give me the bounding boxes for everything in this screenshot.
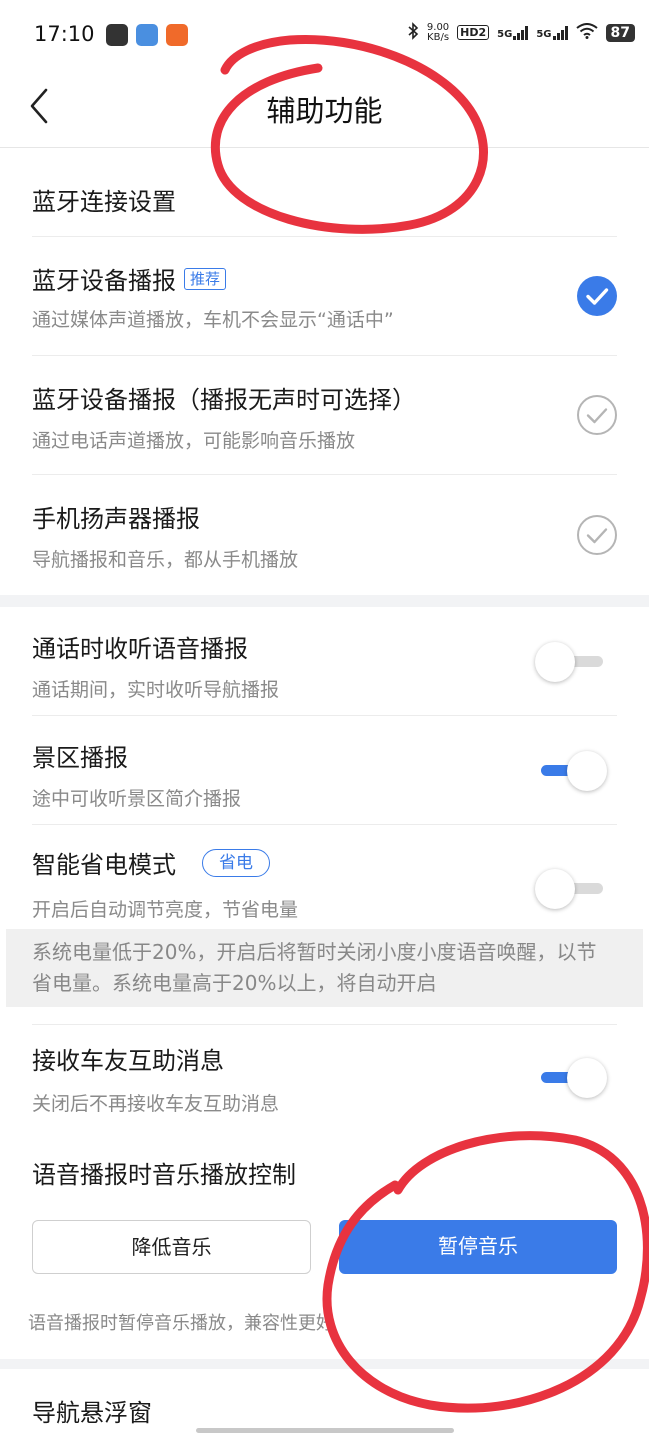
toggle-row-car-friend-messages: 接收车友互助消息 关闭后不再接收车友互助消息 (0, 1025, 649, 1133)
status-app-icons (106, 24, 188, 46)
option-subtitle: 通过媒体声道播放，车机不会显示“通话中” (32, 309, 394, 331)
toggle-subtitle: 开启后自动调节亮度，节省电量 (32, 899, 299, 921)
music-control-heading: 语音播报时音乐播放控制 (32, 1161, 296, 1189)
option-subtitle: 导航播报和音乐，都从手机播放 (32, 549, 299, 571)
toggle-row-power-saving: 智能省电模式 省电 开启后自动调节亮度，节省电量 (0, 825, 649, 929)
option-subtitle: 通过电话声道播放，可能影响音乐播放 (32, 430, 356, 452)
battery-indicator: 87 (605, 23, 635, 42)
toggle-title: 智能省电模式 省电 (32, 845, 270, 880)
page-header: 辅助功能 (0, 70, 649, 148)
scenic-broadcast-toggle[interactable] (535, 751, 607, 791)
home-indicator[interactable] (196, 1428, 454, 1433)
shopping-app-icon (166, 24, 188, 46)
map-app-icon (106, 24, 128, 46)
section-separator (0, 1359, 649, 1369)
floating-window-row[interactable]: 导航悬浮窗 (32, 1393, 152, 1428)
signal-bars-icon (552, 25, 568, 40)
option-title: 蓝牙设备播报（播报无声时可选择） (32, 386, 416, 414)
network-speed: 9.00 KB/s (427, 22, 450, 43)
sim2-label: 5G (536, 28, 552, 40)
settings-toggles-card: 通话时收听语音播报 通话期间，实时收听导航播报 景区播报 途中可收听景区简介播报… (0, 607, 649, 1435)
toggle-row-scenic-broadcast: 景区播报 途中可收听景区简介播报 (0, 716, 649, 824)
bluetooth-icon (407, 22, 419, 43)
toggle-title: 接收车友互助消息 (32, 1047, 224, 1075)
status-bar: 17:10 9.00 KB/s HD2 5G 5G 87 (0, 0, 649, 70)
hd-voice-badge: HD2 (457, 25, 490, 40)
option-bluetooth-media[interactable]: 蓝牙设备播报 推荐 通过媒体声道播放，车机不会显示“通话中” (0, 237, 649, 355)
music-control-footnote: 语音播报时暂停音乐播放，兼容性更好 (28, 1313, 334, 1334)
toggle-title: 景区播报 (32, 744, 128, 772)
recommended-tag: 推荐 (184, 267, 227, 290)
lower-music-button[interactable]: 降低音乐 (32, 1220, 311, 1274)
bluetooth-settings-card: 蓝牙连接设置 蓝牙设备播报 推荐 通过媒体声道播放，车机不会显示“通话中” 蓝牙… (0, 148, 649, 595)
toggle-title-text: 智能省电模式 (32, 851, 176, 879)
car-friend-messages-toggle[interactable] (535, 1058, 607, 1098)
pause-music-button[interactable]: 暂停音乐 (339, 1220, 617, 1274)
page-title: 辅助功能 (266, 94, 383, 128)
signal-bars-icon (513, 25, 529, 40)
wifi-icon (575, 23, 598, 42)
checkmark-unselected-icon[interactable] (577, 395, 617, 435)
sim1-label: 5G (497, 28, 513, 40)
sim1-signal: 5G (497, 25, 529, 40)
status-indicators: 9.00 KB/s HD2 5G 5G 87 (407, 22, 635, 43)
toggle-title: 通话时收听语音播报 (32, 635, 248, 663)
power-saving-note: 系统电量低于20%，开启后将暂时关闭小度小度语音唤醒，以节省电量。系统电量高于2… (6, 929, 643, 1007)
toggle-subtitle: 通话期间，实时收听导航播报 (32, 679, 280, 701)
power-saving-toggle[interactable] (535, 869, 607, 909)
option-phone-speaker[interactable]: 手机扬声器播报 导航播报和音乐，都从手机播放 (0, 475, 649, 593)
toggle-row-call-broadcast: 通话时收听语音播报 通话期间，实时收听导航播报 (0, 607, 649, 715)
sim2-signal: 5G (536, 25, 568, 40)
option-bluetooth-phone[interactable]: 蓝牙设备播报（播报无声时可选择） 通过电话声道播放，可能影响音乐播放 (0, 356, 649, 474)
toggle-subtitle: 途中可收听景区简介播报 (32, 788, 242, 810)
option-title: 蓝牙设备播报 推荐 (32, 261, 227, 296)
call-broadcast-toggle[interactable] (535, 642, 607, 682)
photo-app-icon (136, 24, 158, 46)
network-speed-unit: KB/s (427, 31, 450, 43)
checkmark-selected-icon[interactable] (577, 276, 617, 316)
toggle-subtitle: 关闭后不再接收车友互助消息 (32, 1093, 280, 1115)
bluetooth-section-heading: 蓝牙连接设置 (32, 188, 176, 216)
power-saving-note-text: 系统电量低于20%，开启后将暂时关闭小度小度语音唤醒，以节省电量。系统电量高于2… (32, 940, 597, 995)
power-saving-tag: 省电 (202, 848, 270, 877)
option-title-text: 蓝牙设备播报 (32, 267, 176, 295)
option-title: 手机扬声器播报 (32, 505, 200, 533)
status-time: 17:10 (34, 22, 95, 46)
checkmark-unselected-icon[interactable] (577, 515, 617, 555)
